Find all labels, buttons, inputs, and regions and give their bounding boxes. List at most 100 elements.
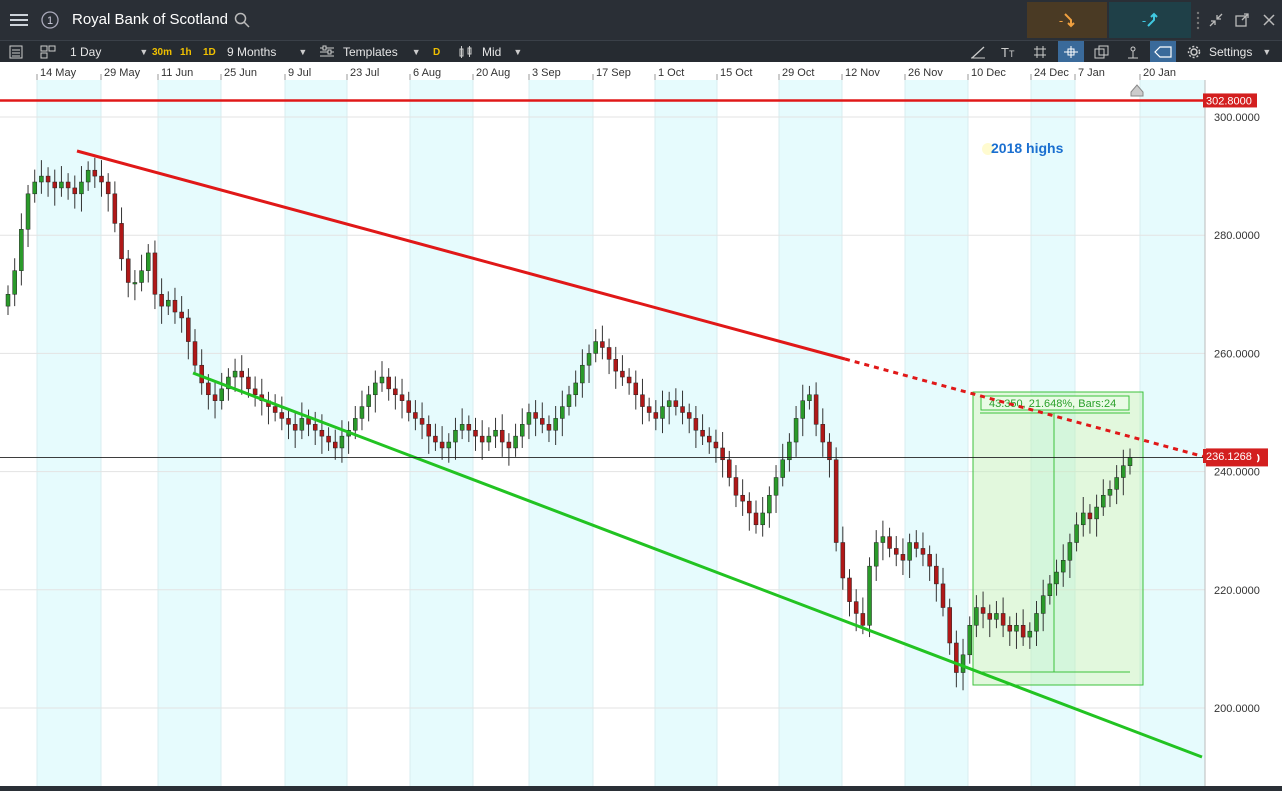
candle-body [333,441,338,449]
candle-body [419,418,425,425]
candle-body [99,175,104,183]
range-select[interactable]: 9 Months ▼ [227,41,307,63]
settings-button[interactable]: Settings ▼ [1187,41,1271,63]
candle-body [393,388,398,396]
candle-body [306,418,311,425]
date-tick-label: 29 May [104,67,141,79]
date-tick-label: 17 Sep [596,67,631,79]
candle-body [646,406,652,413]
candle-body [206,382,211,396]
interval-select[interactable]: 1 Day ▼ [70,41,148,63]
trendline-price-label: 236.1268 [1206,451,1252,463]
templates-select[interactable]: Templates ▼ [319,41,421,63]
date-tick-label: 12 Nov [845,67,880,79]
candle-body [319,429,325,437]
buy-button[interactable]: - [1109,2,1191,38]
menu-icon[interactable] [6,0,32,40]
candle-body [172,299,178,313]
candle-body [653,412,659,419]
candle-body [493,429,498,437]
quick-1d-label: 1D [203,46,216,58]
chart-svg[interactable]: 300.0000 280.0000 260.0000 240.0000 220.0000… [0,80,1282,786]
layers-icon[interactable] [1094,41,1110,63]
candle-body [914,542,919,549]
candle-body [640,394,645,407]
popout-icon[interactable] [1232,0,1252,40]
candle-body [680,406,685,413]
candle-body [232,370,238,378]
title-bar: 1 Royal Bank of Scotland - - [0,0,1282,40]
price-tick-label: 200.0000 [1214,703,1260,715]
sell-button[interactable]: - [1027,2,1107,38]
candle-body [720,447,725,461]
candle-body [239,370,244,378]
candle-body [132,282,138,285]
layout-icon[interactable] [40,41,56,63]
candle-body [613,359,618,372]
candle-body [593,341,598,354]
candle-body [887,536,892,549]
candle-body [960,654,966,673]
trendline-tool-icon[interactable] [970,41,986,63]
candle-body [453,429,458,443]
price-mode-select[interactable]: Mid ▼ [458,41,522,63]
candle-body [326,435,331,443]
candle-body [79,181,84,195]
candle-body [246,376,251,390]
info-icon[interactable]: 1 [38,0,62,40]
candle-body [386,376,391,390]
range-label: 9 Months [227,45,277,59]
price-tick-label: 280.0000 [1214,230,1260,242]
candle-body [967,625,972,656]
candle-body [152,252,158,295]
price-tick-label: 260.0000 [1214,348,1260,360]
chevron-down-icon: ▼ [513,47,523,57]
candle-body [880,536,886,543]
quick-1h-button[interactable]: 1h [180,41,192,63]
candle-body [45,175,51,183]
candle-body [1074,524,1079,543]
label-tool-icon[interactable] [1150,41,1176,63]
crosshair-tool-icon[interactable] [1058,41,1084,63]
interval-label: 1 Day [70,45,102,59]
search-icon[interactable] [232,0,252,40]
window-title: Royal Bank of Scotland [72,11,228,28]
candle-body [112,193,118,224]
gear-icon [1187,45,1201,59]
close-icon[interactable] [1259,0,1279,40]
buy-arrow-icon [1147,12,1158,27]
candle-body [620,370,625,378]
candle-body [907,542,912,561]
drag-handle-icon[interactable] [1193,0,1203,40]
candle-body [212,394,218,401]
candle-body [974,607,979,626]
grid-icon[interactable] [1033,41,1047,63]
date-axis-svg: 14 May 29 May 11 Jun 25 Jun 9 Jul 23 Jul 6 Aug… [36,67,1176,80]
candle-body [1014,625,1019,632]
candle-body [25,193,31,230]
candle-body [954,642,959,673]
text-tool-icon[interactable]: TT [1001,41,1014,63]
candle-body [1000,613,1006,626]
resistance-price-label: 302.8000 [1206,95,1252,107]
date-tick-label: 25 Jun [224,67,257,79]
date-stripe [655,80,717,786]
candle-body [406,400,411,413]
candle-body [800,400,805,419]
candle-body [92,169,98,177]
candle-body [366,394,371,407]
date-tick-label: 3 Sep [532,67,561,79]
candle-body [459,424,465,431]
quick-30m-button[interactable]: 30m [152,41,172,63]
d-badge[interactable]: D [433,41,440,63]
anchor-icon[interactable] [1125,41,1141,63]
date-stripe [285,80,347,786]
candle-body [413,412,418,419]
candle-body [980,607,986,614]
candle-body [379,376,385,384]
price-chart[interactable]: 300.0000 280.0000 260.0000 240.0000 220.0000… [0,80,1282,786]
list-icon[interactable] [9,41,23,63]
collapse-icon[interactable] [1206,0,1226,40]
candle-body [159,294,164,307]
quick-1d-button[interactable]: 1D [203,41,216,63]
